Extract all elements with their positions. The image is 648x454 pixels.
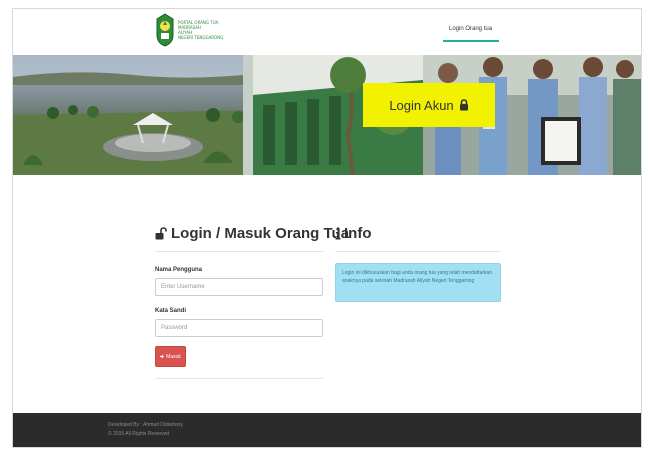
login-akun-label: Login Akun [389, 97, 454, 113]
login-heading: Login / Masuk Orang Tua [155, 225, 349, 242]
logo-text: PORTAL ORANG TUA MADRASAH ALIYAH NEGERI … [178, 20, 223, 40]
sign-in-icon [160, 354, 165, 359]
unlock-icon [155, 227, 167, 240]
footer-copyright: © 2015 All Rights Reserved [108, 431, 170, 437]
username-label: Nama Pengguna [155, 267, 203, 273]
password-label: Kata Sandi [155, 308, 187, 314]
navbar: PORTAL ORANG TUA MADRASAH ALIYAH NEGERI … [13, 9, 641, 55]
lock-icon [459, 99, 469, 111]
nav-login-orang-tua[interactable]: Login Orang tua [449, 26, 492, 32]
logo-line: NEGERI TENGGARONG [178, 35, 224, 40]
info-heading-divider [335, 251, 501, 252]
footer-developer: Developed By : Ahmad Didiartony [108, 422, 183, 428]
hero-banner: Login Akun [13, 55, 641, 175]
password-input[interactable]: Password [155, 319, 323, 337]
info-heading: Info [335, 225, 372, 242]
site-logo[interactable]: PORTAL ORANG TUA MADRASAH ALIYAH NEGERI … [155, 13, 223, 47]
info-heading-text: Info [344, 225, 372, 242]
school-emblem-icon [155, 13, 175, 47]
masuk-button[interactable]: Masuk [155, 346, 186, 367]
login-form-divider [155, 378, 323, 379]
info-alert: Login ini dikhususkan bagi anda orang tu… [335, 263, 501, 302]
login-heading-text: Login / Masuk Orang Tua [171, 225, 350, 242]
login-akun-banner-button[interactable]: Login Akun [363, 83, 495, 127]
banner-photo [13, 55, 641, 175]
footer: Developed By : Ahmad Didiartony © 2015 A… [13, 413, 641, 447]
nav-active-indicator [443, 40, 499, 42]
info-icon [335, 227, 341, 240]
login-heading-divider [155, 251, 323, 252]
username-input[interactable]: Enter Username [155, 278, 323, 296]
masuk-button-label: Masuk [166, 353, 181, 360]
page-frame: PORTAL ORANG TUA MADRASAH ALIYAH NEGERI … [12, 8, 642, 448]
